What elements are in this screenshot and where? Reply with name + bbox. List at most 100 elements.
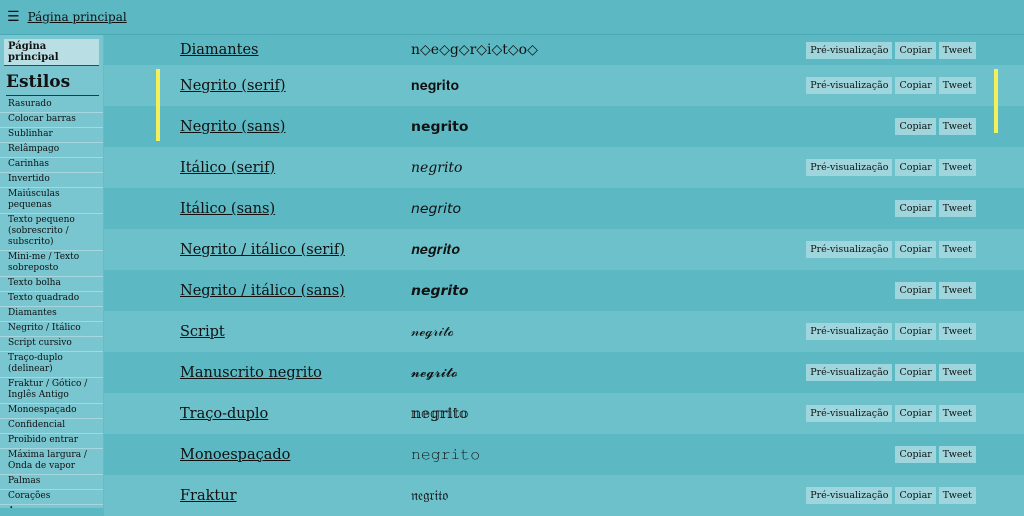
copy-button[interactable]: Copiar	[895, 200, 936, 217]
tweet-button[interactable]: Tweet	[938, 241, 976, 258]
copy-button[interactable]: Copiar	[895, 118, 936, 135]
preview-button[interactable]: Pré-visualização	[806, 405, 893, 422]
sidebar-item[interactable]: Negrito / Itálico	[0, 322, 103, 337]
tweet-button[interactable]: Tweet	[938, 446, 976, 463]
copy-button[interactable]: Copiar	[895, 241, 936, 258]
style-name-link[interactable]: Itálico (serif)	[180, 160, 275, 176]
style-name-link[interactable]: Negrito / itálico (sans)	[180, 283, 345, 299]
copy-button[interactable]: Copiar	[895, 323, 936, 340]
sidebar-item[interactable]: Diamantes	[0, 307, 103, 322]
sidebar-item[interactable]: Palmas	[0, 475, 103, 490]
row-actions: Pré-visualização Copiar Tweet	[806, 323, 976, 340]
tweet-button[interactable]: Tweet	[938, 159, 976, 176]
style-row: Itálico (serif) 𝑛𝑒𝑔𝑟𝑖𝑡𝑜 Pré-visualização Co…	[104, 147, 1024, 188]
sidebar-item[interactable]: Sublinhar	[0, 128, 103, 143]
row-actions: Pré-visualização Copiar Tweet	[806, 77, 976, 94]
row-actions: Pré-visualização Copiar Tweet	[806, 241, 976, 258]
tweet-button[interactable]: Tweet	[938, 323, 976, 340]
style-row: Negrito (serif) 𝐧𝐞𝐠𝐫𝐢𝐭𝐨 Pré-visualização Co…	[104, 65, 1024, 106]
style-preview-text: 𝑛𝑒𝑔𝑟𝑖𝑡𝑜	[411, 159, 463, 176]
copy-button[interactable]: Copiar	[895, 282, 936, 299]
row-actions: Pré-visualização Copiar Tweet	[806, 41, 976, 59]
style-row: Diamantes n◇e◇g◇r◇i◇t◇o◇ Pré-visualização C…	[104, 35, 1024, 65]
row-actions: Pré-visualização Copiar Tweet	[806, 159, 976, 176]
style-preview-text: 𝘯𝘦𝘨𝘳𝘪𝘵𝘰	[411, 200, 462, 217]
style-name-link[interactable]: Negrito (sans)	[180, 119, 285, 135]
sidebar-item[interactable]: Texto bolha	[0, 277, 103, 292]
style-name-link[interactable]: Fraktur	[180, 488, 237, 504]
style-row: Negrito / itálico (sans) 𝙣𝙚𝙜𝙧𝙞𝙩𝙤 Copiar Twe…	[104, 270, 1024, 311]
tweet-button[interactable]: Tweet	[938, 487, 976, 504]
sidebar-item[interactable]: Corações	[0, 490, 103, 505]
tweet-button[interactable]: Tweet	[938, 364, 976, 381]
style-name-link[interactable]: Itálico (sans)	[180, 201, 275, 217]
preview-button[interactable]: Pré-visualização	[806, 41, 893, 59]
style-row: Fraktur 𝔫𝔢𝔤𝔯𝔦𝔱𝔬 Pré-visualização Copiar Twee…	[104, 475, 1024, 516]
preview-button[interactable]: Pré-visualização	[806, 487, 893, 504]
tweet-button[interactable]: Tweet	[938, 200, 976, 217]
style-preview-text: 𝓃ℯℊ𝓇𝒾𝓉ℴ	[411, 323, 454, 340]
tweet-button[interactable]: Tweet	[938, 77, 976, 94]
style-name-link[interactable]: Traço-duplo	[180, 406, 268, 422]
sidebar-item[interactable]: Carinhas	[0, 158, 103, 173]
style-preview-text: 𝗻𝗲𝗴𝗿𝗶𝘁𝗼	[411, 118, 469, 135]
style-name-link[interactable]: Manuscrito negrito	[180, 365, 322, 381]
sidebar-item[interactable]: Rasurado	[0, 98, 103, 113]
style-name-link[interactable]: Monoespaçado	[180, 447, 290, 463]
row-actions: Copiar Tweet	[895, 446, 976, 463]
sidebar-item[interactable]: Texto quadrado	[0, 292, 103, 307]
preview-button[interactable]: Pré-visualização	[806, 364, 893, 381]
style-preview-text: n◇e◇g◇r◇i◇t◇o◇	[411, 42, 538, 58]
style-preview-text: 𝒏𝒆𝒈𝒓𝒊𝒕𝒐	[411, 241, 461, 258]
row-actions: Copiar Tweet	[895, 118, 976, 135]
sidebar: Página principal Estilos Rasurado Colocar…	[0, 35, 104, 508]
sidebar-item[interactable]: Maiúsculas pequenas	[0, 188, 103, 214]
preview-button[interactable]: Pré-visualização	[806, 77, 893, 94]
copy-button[interactable]: Copiar	[895, 364, 936, 381]
style-row: Monoespaçado 𝚗𝚎𝚐𝚛𝚒𝚝𝚘 Copiar Tweet	[104, 434, 1024, 475]
copy-button[interactable]: Copiar	[895, 405, 936, 422]
style-name-link[interactable]: Negrito / itálico (serif)	[180, 242, 345, 258]
row-actions: Pré-visualização Copiar Tweet	[806, 364, 976, 381]
style-preview-text: 𝚗𝚎𝚐𝚛𝚒𝚝𝚘	[411, 446, 481, 463]
style-name-link[interactable]: Script	[180, 324, 225, 340]
tweet-button[interactable]: Tweet	[938, 405, 976, 422]
sidebar-item[interactable]: Fraktur / Gótico / Inglês Antigo	[0, 378, 103, 404]
copy-button[interactable]: Copiar	[895, 159, 936, 176]
sidebar-item[interactable]: Confidencial	[0, 419, 103, 434]
sidebar-item[interactable]: Proibido entrar	[0, 434, 103, 449]
preview-button[interactable]: Pré-visualização	[806, 323, 893, 340]
sidebar-list: Rasurado Colocar barras Sublinhar Relâmpago…	[0, 98, 103, 508]
sidebar-item[interactable]: Traço-duplo (delinear)	[0, 352, 103, 378]
style-preview-text: 𝙣𝙚𝙜𝙧𝙞𝙩𝙤	[411, 282, 469, 299]
copy-button[interactable]: Copiar	[895, 77, 936, 94]
sidebar-item[interactable]: Texto pequeno (sobrescrito / subscrito)	[0, 214, 103, 251]
style-row: Traço-duplo 𝕟𝕖𝕘𝕣𝕚𝕥𝕠 Pré-visualização Copiar…	[104, 393, 1024, 434]
row-actions: Copiar Tweet	[895, 282, 976, 299]
style-name-link[interactable]: Negrito (serif)	[180, 78, 286, 94]
home-link[interactable]: Página principal	[28, 10, 127, 24]
row-actions: Copiar Tweet	[895, 200, 976, 217]
style-row: Manuscrito negrito 𝓷𝓮𝓰𝓻𝓲𝓽𝓸 Pré-visualizaçã…	[104, 352, 1024, 393]
style-rows: Diamantes n◇e◇g◇r◇i◇t◇o◇ Pré-visualização C…	[104, 35, 1024, 516]
sidebar-title: Estilos	[6, 72, 99, 96]
sidebar-item[interactable]: Relâmpago	[0, 143, 103, 158]
sidebar-home-link[interactable]: Página principal	[4, 39, 99, 66]
copy-button[interactable]: Copiar	[895, 446, 936, 463]
copy-button[interactable]: Copiar	[895, 487, 936, 504]
copy-button[interactable]: Copiar	[895, 41, 936, 59]
tweet-button[interactable]: Tweet	[938, 41, 976, 59]
tweet-button[interactable]: Tweet	[938, 118, 976, 135]
sidebar-item[interactable]: Script cursivo	[0, 337, 103, 352]
style-name-link[interactable]: Diamantes	[180, 42, 259, 58]
preview-button[interactable]: Pré-visualização	[806, 241, 893, 258]
sidebar-item[interactable]: Mini-me / Texto sobreposto	[0, 251, 103, 277]
tweet-button[interactable]: Tweet	[938, 282, 976, 299]
preview-button[interactable]: Pré-visualização	[806, 159, 893, 176]
sidebar-item[interactable]: Invertido	[0, 173, 103, 188]
sidebar-item[interactable]: Monoespaçado	[0, 404, 103, 419]
sidebar-item[interactable]: Máxima largura / Onda de vapor	[0, 449, 103, 475]
style-preview-text: 𝐧𝐞𝐠𝐫𝐢𝐭𝐨	[411, 77, 460, 94]
sidebar-item[interactable]: Colocar barras	[0, 113, 103, 128]
menu-icon[interactable]: ☰	[7, 9, 20, 25]
